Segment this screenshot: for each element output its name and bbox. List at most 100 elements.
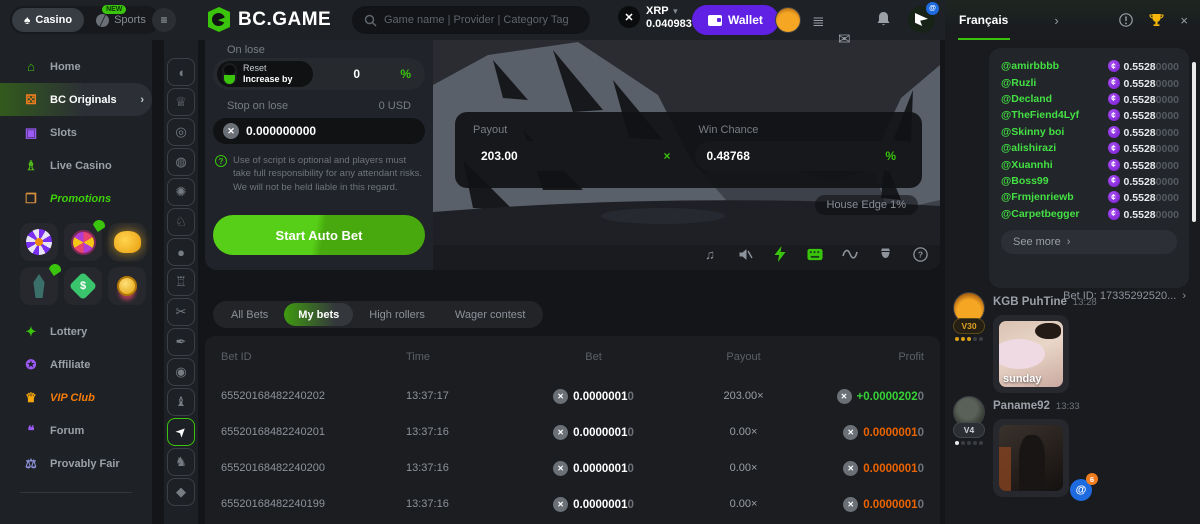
sidebar-collapse-button[interactable]: ≡ [152,8,176,32]
game-icon-3[interactable]: ◎ [167,118,195,146]
on-lose-row: Reset Increase by 0 % [213,58,425,90]
game-icon-14[interactable]: ♞ [167,448,195,476]
col-bet-id: Bet ID [221,351,406,363]
game-icon-11[interactable]: ◉ [167,358,195,386]
sidebar-item-provably-fair[interactable]: ⚖ Provably Fair [0,447,152,480]
chat-info-icon[interactable] [1119,13,1133,27]
bets-tabs: All Bets My bets High rollers Wager cont… [213,301,543,328]
sidebar-item-lottery[interactable]: ✦ Lottery [0,315,152,348]
casino-tab[interactable]: ♠ Casino [12,8,84,32]
on-lose-toggle[interactable]: Reset Increase by [217,61,313,87]
wallet-label: Wallet [728,13,763,27]
sports-tab[interactable]: NEW Sports [84,14,158,27]
start-auto-bet-button[interactable]: Start Auto Bet [213,215,425,255]
promo-coin-icon[interactable] [108,267,146,305]
game-icon-12[interactable]: ♝ [167,388,195,416]
tip-user-row[interactable]: @Boss99¢0.55280000 [1001,173,1179,189]
seed-icon[interactable] [877,246,893,262]
game-icon-2[interactable]: ♕ [167,88,195,116]
wallet-button[interactable]: Wallet [692,5,779,35]
notifications-button[interactable] [876,11,891,27]
promo-piggy-icon[interactable] [108,223,146,261]
sidebar-item-affiliate[interactable]: ✪ Affiliate [0,348,152,381]
casino-sports-switch: ♠ Casino NEW Sports [10,6,160,34]
payout-panel: Payout 203.00 × Win Chance 0.48768 % [455,112,922,188]
game-icon-8[interactable]: ♖ [167,268,195,296]
increase-by-option[interactable]: Increase by [243,74,293,85]
search-bar[interactable] [352,6,590,34]
tab-high-rollers[interactable]: High rollers [355,301,439,328]
game-icon-5[interactable]: ✺ [167,178,195,206]
promo-spin-icon[interactable] [20,223,58,261]
sidebar-item-promotions[interactable]: ❐ Promotions [0,182,152,215]
tab-all-bets[interactable]: All Bets [217,301,282,328]
chat-toggle-button[interactable]: @ [908,6,935,33]
chat-scrollbar[interactable] [1192,62,1196,222]
sidebar-item-vip-club[interactable]: ♛ VIP Club [0,381,152,414]
tip-recipients-card: @amirbbbb¢0.55280000 @Ruzli¢0.55280000 @… [989,48,1189,288]
tip-user-row[interactable]: @TheFiend4Lyf¢0.55280000 [1001,107,1179,123]
search-input[interactable] [384,14,574,26]
turbo-bolt-icon[interactable] [772,246,788,262]
chevron-right-icon[interactable]: › [1054,13,1058,28]
game-icon-6[interactable]: ♘ [167,208,195,236]
tip-user-row[interactable]: @Skinny boi¢0.55280000 [1001,124,1179,140]
game-icon-15[interactable]: ◆ [167,478,195,506]
table-row[interactable]: 65520168482240201 13:37:16 ✕0.00000010 0… [205,414,940,450]
xrp-coin-icon: ✕ [553,425,568,440]
tab-wager-contest[interactable]: Wager contest [441,301,540,328]
tip-user-row[interactable]: @Frmjenriewb¢0.55280000 [1001,189,1179,205]
sound-mute-icon[interactable] [737,246,753,262]
tip-user-row[interactable]: @Ruzli¢0.55280000 [1001,74,1179,90]
gif-message[interactable]: sunday [993,315,1069,393]
col-time: Time [406,351,506,363]
game-icon-4[interactable]: ◍ [167,148,195,176]
xrp-coin-icon: ✕ [618,6,640,28]
table-row[interactable]: 65520168482240200 13:37:16 ✕0.00000010 0… [205,450,940,486]
promo-rocket-icon[interactable] [20,267,58,305]
promo-wheel-icon[interactable] [64,223,102,261]
game-icon-9[interactable]: ✂ [167,298,195,326]
tab-my-bets[interactable]: My bets [284,303,353,326]
promo-tag-icon[interactable]: $ [64,267,102,305]
tip-user-row[interactable]: @Decland¢0.55280000 [1001,91,1179,107]
tip-user-row[interactable]: @Xuannhi¢0.55280000 [1001,156,1179,172]
app-root: ♠ Casino NEW Sports ≡ BC.GAME ✕ XRP [0,0,1200,524]
tip-user-row[interactable]: @Carpetbegger¢0.55280000 [1001,206,1179,222]
sidebar-item-forum[interactable]: ❝ Forum [0,414,152,447]
hotkeys-icon[interactable] [807,246,823,262]
increase-value-input[interactable]: 0 [313,67,400,81]
music-mute-icon[interactable]: ♫ [702,246,718,262]
game-icon-10[interactable]: ✒ [167,328,195,356]
game-icon-limbo-active[interactable]: ➤ [167,418,195,446]
sidebar-item-slots[interactable]: ▣ Slots [0,116,152,149]
game-icon-1[interactable]: ◖ [167,58,195,86]
tip-user-row[interactable]: @amirbbbb¢0.55280000 [1001,58,1179,74]
sidebar-item-home[interactable]: ⌂ Home [0,50,152,83]
table-row[interactable]: 65520168482240199 13:37:16 ✕0.00000010 0… [205,486,940,522]
close-icon[interactable]: × [1180,13,1188,28]
brand[interactable]: BC.GAME [208,7,331,32]
xrp-coin-icon: ✕ [553,497,568,512]
tip-user-row[interactable]: @alishirazi¢0.55280000 [1001,140,1179,156]
message-username[interactable]: KGB PuhTine [993,296,1067,308]
help-icon[interactable]: ? [912,246,928,262]
contest-trophy-icon[interactable] [1149,13,1164,27]
mention-bubble[interactable]: @ 6 [1070,479,1092,501]
table-row[interactable]: 65520168482240202 13:37:17 ✕0.00000010 2… [205,378,940,414]
gif-message[interactable] [993,419,1069,497]
user-avatar[interactable] [775,7,801,33]
trends-icon[interactable] [842,246,858,262]
sidebar-item-bc-originals[interactable]: ⚄ BC Originals › [0,83,152,116]
stop-on-lose-usd: 0 USD [379,100,411,112]
message-username[interactable]: Paname92 [993,400,1050,412]
chat-language-selector[interactable]: Français [959,13,1008,27]
see-more-button[interactable]: See more› [1001,230,1177,254]
sidebar-item-live-casino[interactable]: ♗ Live Casino [0,149,152,182]
win-chance-input[interactable]: 0.48768 % [695,141,909,171]
payout-input[interactable]: 203.00 × [469,141,683,171]
multiplier-icon: × [663,149,670,163]
stop-on-lose-input[interactable]: ✕ 0.000000000 [213,118,425,144]
game-icon-7[interactable]: ● [167,238,195,266]
reset-option[interactable]: Reset [243,63,293,74]
